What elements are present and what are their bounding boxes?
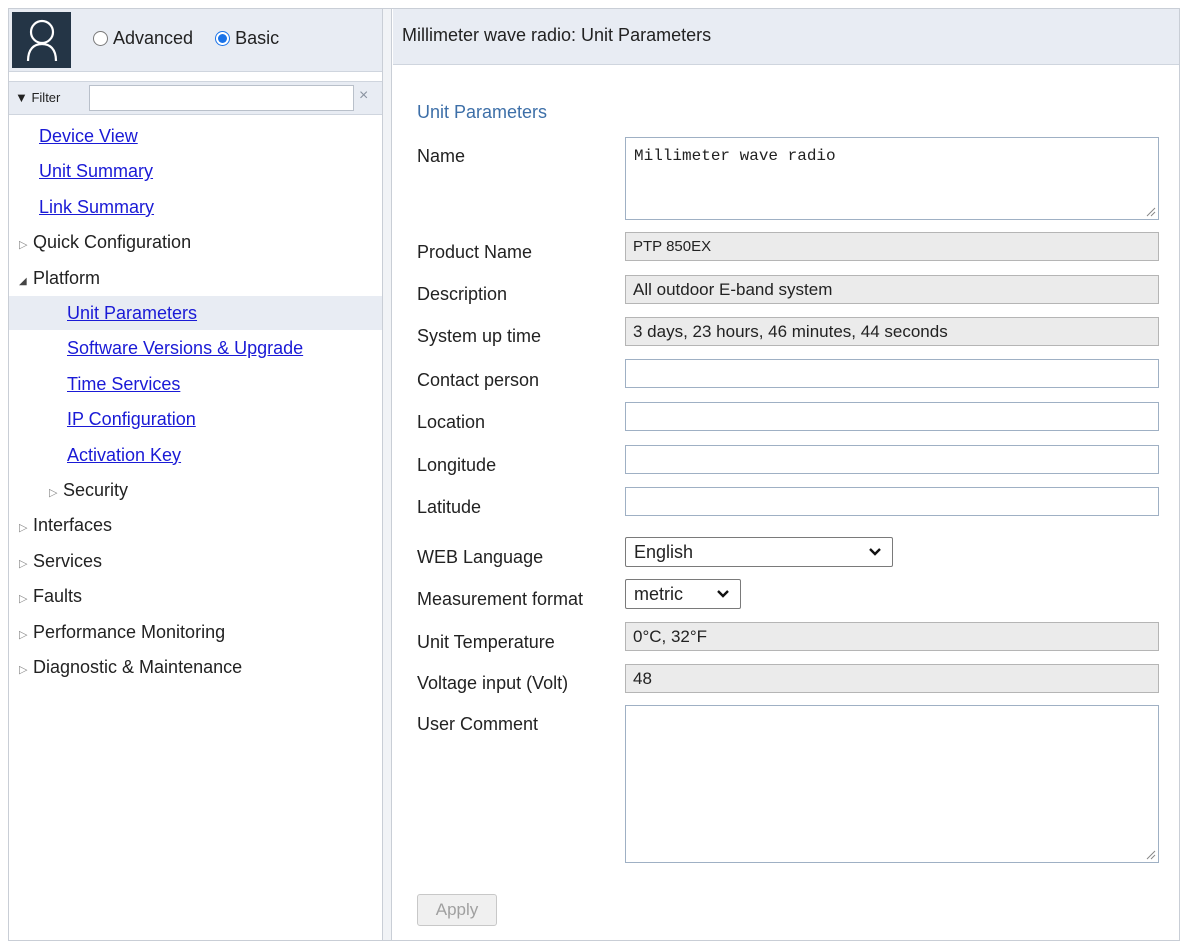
nav-folder-label[interactable]: Services bbox=[33, 551, 102, 571]
nav-link[interactable]: IP Configuration bbox=[67, 409, 196, 429]
measurement-format-select[interactable]: metric bbox=[625, 579, 741, 609]
filter-input[interactable] bbox=[89, 85, 354, 111]
user-silhouette-icon bbox=[26, 19, 57, 62]
user-comment-label: User Comment bbox=[417, 714, 539, 734]
mode-advanced-option[interactable]: Advanced bbox=[93, 28, 193, 49]
filter-label[interactable]: ▼ Filter bbox=[15, 90, 60, 105]
filter-clear-icon[interactable]: × bbox=[359, 87, 368, 105]
page-title: Millimeter wave radio: Unit Parameters bbox=[402, 25, 712, 45]
description-label: Description bbox=[417, 284, 508, 304]
unit-temperature-label: Unit Temperature bbox=[417, 632, 555, 652]
web-language-select[interactable]: English bbox=[625, 537, 893, 567]
chevron-down-icon bbox=[868, 538, 882, 574]
user-comment-textarea[interactable] bbox=[625, 705, 1159, 863]
mode-advanced-label: Advanced bbox=[113, 28, 194, 48]
web-language-value: English bbox=[634, 542, 694, 562]
nav-item-faults[interactable]: ▷ Faults bbox=[9, 579, 382, 613]
nav-link[interactable]: Time Services bbox=[67, 374, 180, 394]
mode-basic-label: Basic bbox=[235, 28, 280, 48]
mode-basic-option[interactable]: Basic bbox=[215, 28, 279, 49]
web-language-label: WEB Language bbox=[417, 547, 544, 567]
sidebar: Advanced Basic ▼ Filter × Device View Uni… bbox=[9, 9, 383, 940]
latitude-label: Latitude bbox=[417, 497, 482, 517]
contact-person-input[interactable] bbox=[625, 359, 1159, 388]
nav-item-platform[interactable]: ◢ Platform bbox=[9, 261, 382, 295]
nav-item-performance-monitoring[interactable]: ▷ Performance Monitoring bbox=[9, 615, 382, 649]
nav-link[interactable]: Unit Parameters bbox=[67, 303, 197, 323]
nav-item-time-services[interactable]: Time Services bbox=[9, 367, 382, 401]
name-label: Name bbox=[417, 146, 466, 166]
nav-item-security[interactable]: ▷ Security bbox=[9, 473, 382, 507]
collapsed-triangle-icon[interactable]: ▷ bbox=[49, 476, 63, 510]
nav-item-quick-configuration[interactable]: ▷ Quick Configuration bbox=[9, 225, 382, 259]
apply-button[interactable]: Apply bbox=[417, 894, 497, 926]
longitude-input[interactable] bbox=[625, 445, 1159, 474]
chevron-down-icon bbox=[716, 580, 730, 616]
mode-advanced-radio[interactable] bbox=[93, 31, 108, 46]
nav-link[interactable]: Device View bbox=[39, 126, 138, 146]
collapsed-triangle-icon[interactable]: ▷ bbox=[19, 511, 33, 545]
nav-item-activation-key[interactable]: Activation Key bbox=[9, 438, 382, 472]
nav-folder-label[interactable]: Faults bbox=[33, 586, 82, 606]
measurement-format-label: Measurement format bbox=[417, 589, 584, 609]
section-title: Unit Parameters bbox=[417, 102, 548, 122]
collapsed-triangle-icon[interactable]: ▷ bbox=[19, 653, 33, 687]
user-avatar-icon[interactable] bbox=[12, 12, 71, 68]
resize-grip-icon[interactable] bbox=[1146, 850, 1156, 860]
nav-folder-label[interactable]: Quick Configuration bbox=[33, 232, 191, 252]
app-window: Advanced Basic ▼ Filter × Device View Uni… bbox=[8, 8, 1180, 941]
location-label: Location bbox=[417, 412, 486, 432]
system-up-time-label: System up time bbox=[417, 326, 542, 346]
latitude-input[interactable] bbox=[625, 487, 1159, 516]
collapsed-triangle-icon[interactable]: ▷ bbox=[19, 547, 33, 581]
filter-bar: ▼ Filter × bbox=[9, 81, 382, 115]
mode-radio-group: Advanced Basic bbox=[93, 28, 301, 49]
panel-splitter[interactable] bbox=[383, 9, 392, 940]
location-input[interactable] bbox=[625, 402, 1159, 431]
mode-basic-radio[interactable] bbox=[215, 31, 231, 46]
description-field: All outdoor E-band system bbox=[625, 275, 1159, 304]
sidebar-top-bar: Advanced Basic bbox=[9, 9, 382, 72]
unit-temperature-field: 0°C, 32°F bbox=[625, 622, 1159, 651]
nav-folder-label[interactable]: Security bbox=[63, 480, 128, 500]
voltage-input-field: 48 bbox=[625, 664, 1159, 693]
name-value: Millimeter wave radio bbox=[634, 147, 836, 165]
measurement-format-value: metric bbox=[634, 584, 683, 604]
voltage-input-label: Voltage input (Volt) bbox=[417, 673, 569, 693]
name-textarea[interactable]: Millimeter wave radio bbox=[625, 137, 1159, 220]
nav-item-diagnostic-maintenance[interactable]: ▷ Diagnostic & Maintenance bbox=[9, 650, 382, 684]
longitude-label: Longitude bbox=[417, 455, 497, 475]
nav-link[interactable]: Activation Key bbox=[67, 445, 181, 465]
contact-person-label: Contact person bbox=[417, 370, 540, 390]
nav-item-device-view[interactable]: Device View bbox=[9, 119, 382, 153]
nav-link[interactable]: Software Versions & Upgrade bbox=[67, 338, 303, 358]
nav-folder-label[interactable]: Diagnostic & Maintenance bbox=[33, 657, 242, 677]
nav-link[interactable]: Unit Summary bbox=[39, 161, 153, 181]
nav-item-link-summary[interactable]: Link Summary bbox=[9, 190, 382, 224]
main-header: Millimeter wave radio: Unit Parameters bbox=[393, 9, 1179, 65]
collapsed-triangle-icon[interactable]: ▷ bbox=[19, 582, 33, 616]
expanded-triangle-icon[interactable]: ◢ bbox=[19, 265, 33, 299]
collapsed-triangle-icon[interactable]: ▷ bbox=[19, 228, 33, 262]
nav-folder-label[interactable]: Platform bbox=[33, 268, 100, 288]
nav-item-interfaces[interactable]: ▷ Interfaces bbox=[9, 508, 382, 542]
nav-item-unit-parameters[interactable]: Unit Parameters bbox=[9, 296, 382, 330]
nav-item-services[interactable]: ▷ Services bbox=[9, 544, 382, 578]
product-name-field: PTP 850EX bbox=[625, 232, 1159, 261]
nav-item-ip-configuration[interactable]: IP Configuration bbox=[9, 402, 382, 436]
nav-item-unit-summary[interactable]: Unit Summary bbox=[9, 154, 382, 188]
nav-item-software-versions-upgrade[interactable]: Software Versions & Upgrade bbox=[9, 331, 382, 365]
collapsed-triangle-icon[interactable]: ▷ bbox=[19, 618, 33, 652]
nav-link[interactable]: Link Summary bbox=[39, 197, 154, 217]
main-panel: Millimeter wave radio: Unit Parameters U… bbox=[393, 9, 1179, 940]
system-up-time-field: 3 days, 23 hours, 46 minutes, 44 seconds bbox=[625, 317, 1159, 346]
product-name-label: Product Name bbox=[417, 242, 533, 262]
nav-folder-label[interactable]: Performance Monitoring bbox=[33, 622, 225, 642]
resize-grip-icon[interactable] bbox=[1146, 207, 1156, 217]
nav-folder-label[interactable]: Interfaces bbox=[33, 515, 112, 535]
